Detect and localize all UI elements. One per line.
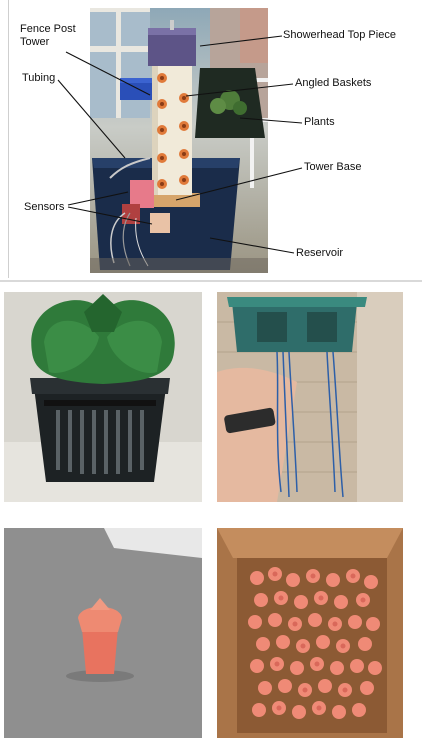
label-angled-baskets: Angled Baskets xyxy=(295,77,372,89)
pink-basket-illustration xyxy=(4,528,202,738)
label-plants: Plants xyxy=(304,116,335,128)
box-baskets-illustration xyxy=(217,528,403,738)
green-basket-in-net-pot-photo xyxy=(4,292,202,502)
label-showerhead-top-piece: Showerhead Top Piece xyxy=(283,29,396,41)
single-pink-basket-photo xyxy=(4,528,202,738)
hand-baskets-illustration xyxy=(217,292,403,502)
box-of-pink-baskets-photo xyxy=(217,528,403,738)
green-basket-illustration xyxy=(4,292,202,502)
label-fence-post-tower: Fence Post Tower xyxy=(20,23,76,48)
label-tubing: Tubing xyxy=(22,72,56,84)
label-tower-base: Tower Base xyxy=(304,161,362,173)
label-sensors: Sensors xyxy=(24,201,65,213)
hand-holding-green-baskets-photo xyxy=(217,292,403,502)
section-divider xyxy=(0,280,422,282)
label-reservoir: Reservoir xyxy=(296,247,344,259)
hydroponic-tower-diagram: Fence Post Tower Tubing Sensors Showerhe… xyxy=(0,0,422,282)
